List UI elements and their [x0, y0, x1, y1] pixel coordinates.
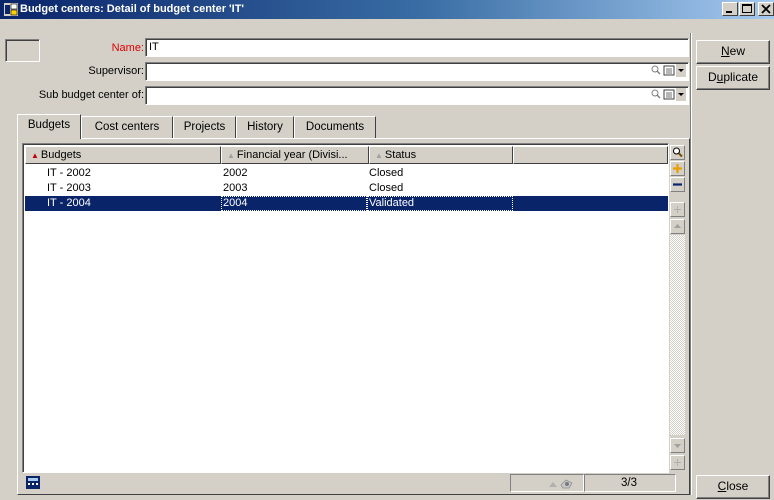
cell-budget: IT - 2003	[47, 182, 91, 194]
window-controls	[722, 2, 774, 17]
sort-asc-icon: ▲	[31, 151, 39, 160]
status-panel-nav	[510, 474, 584, 492]
list-toolbar	[669, 143, 686, 473]
table-icon[interactable]	[663, 64, 675, 77]
table-row[interactable]: IT - 2003 2003 Closed	[25, 181, 668, 196]
remove-icon[interactable]	[670, 177, 685, 192]
cell-status: Validated	[367, 196, 513, 211]
window-title: Budget centers: Detail of budget center …	[20, 3, 245, 15]
name-field[interactable]: IT	[145, 38, 689, 57]
dropdown-arrow-icon[interactable]	[676, 88, 686, 101]
table-row[interactable]: IT - 2002 2002 Closed	[25, 166, 668, 181]
scrollbar-track[interactable]	[670, 235, 685, 435]
tab-budgets[interactable]: Budgets	[17, 114, 81, 139]
add-icon[interactable]	[670, 161, 685, 176]
cell-status: Closed	[369, 182, 404, 194]
status-panel-counter	[584, 474, 676, 492]
supervisor-label: Supervisor:	[88, 65, 144, 77]
calculator-icon[interactable]	[26, 476, 40, 489]
zoom-icon[interactable]	[670, 145, 685, 160]
sort-icon: ▲	[227, 151, 235, 160]
zoom-icon[interactable]	[650, 88, 662, 101]
sort-icon: ▲	[375, 151, 383, 160]
app-icon	[4, 3, 18, 16]
expand-icon[interactable]	[670, 202, 685, 217]
zoom-icon[interactable]	[650, 64, 662, 77]
supervisor-field[interactable]	[145, 62, 689, 81]
budget-center-window: Budget centers: Detail of budget center …	[0, 0, 774, 500]
maximize-icon[interactable]	[739, 2, 755, 16]
expand-bottom-icon[interactable]	[670, 455, 685, 470]
new-button[interactable]: New	[696, 40, 770, 64]
close-button[interactable]: Close	[696, 475, 770, 499]
scroll-down-icon[interactable]	[670, 438, 685, 453]
duplicate-button[interactable]: Duplicate	[696, 66, 770, 90]
sub-budget-label: Sub budget center of:	[38, 89, 144, 101]
close-icon[interactable]	[758, 2, 774, 16]
column-header-status[interactable]: ▲ Status	[369, 146, 513, 164]
status-bar: 3/3	[22, 473, 686, 493]
column-header-financial-year[interactable]: ▲ Financial year (Divisi...	[221, 146, 369, 164]
tab-cost-centers[interactable]: Cost centers	[81, 116, 173, 138]
navigation-icon[interactable]	[547, 477, 575, 491]
title-bar[interactable]: Budget centers: Detail of budget center …	[0, 0, 774, 19]
table-icon[interactable]	[663, 88, 675, 101]
right-panel-separator	[690, 33, 692, 495]
column-header-budgets[interactable]: ▲ Budgets	[25, 146, 221, 164]
scroll-up-icon[interactable]	[670, 219, 685, 234]
name-value: IT	[149, 41, 159, 53]
tab-history[interactable]: History	[236, 116, 294, 138]
budgets-list[interactable]: ▲ Budgets ▲ Financial year (Divisi... ▲ Sta…	[22, 143, 669, 473]
sub-budget-field[interactable]	[145, 86, 689, 105]
cell-budget: IT - 2004	[47, 197, 91, 209]
cell-year: 2004	[221, 196, 367, 211]
dropdown-arrow-icon[interactable]	[676, 64, 686, 77]
table-row-selected[interactable]: IT - 2004 2004 Validated	[25, 196, 668, 211]
cell-year: 2003	[223, 182, 248, 194]
tab-projects[interactable]: Projects	[173, 116, 236, 138]
color-indicator	[5, 39, 40, 62]
minimize-icon[interactable]	[722, 2, 738, 16]
cell-budget: IT - 2002	[47, 167, 91, 179]
column-header-empty[interactable]	[513, 146, 668, 164]
name-label: Name:	[111, 42, 144, 54]
cell-status: Closed	[369, 167, 404, 179]
tab-documents[interactable]: Documents	[294, 116, 376, 138]
cell-year: 2002	[223, 167, 248, 179]
